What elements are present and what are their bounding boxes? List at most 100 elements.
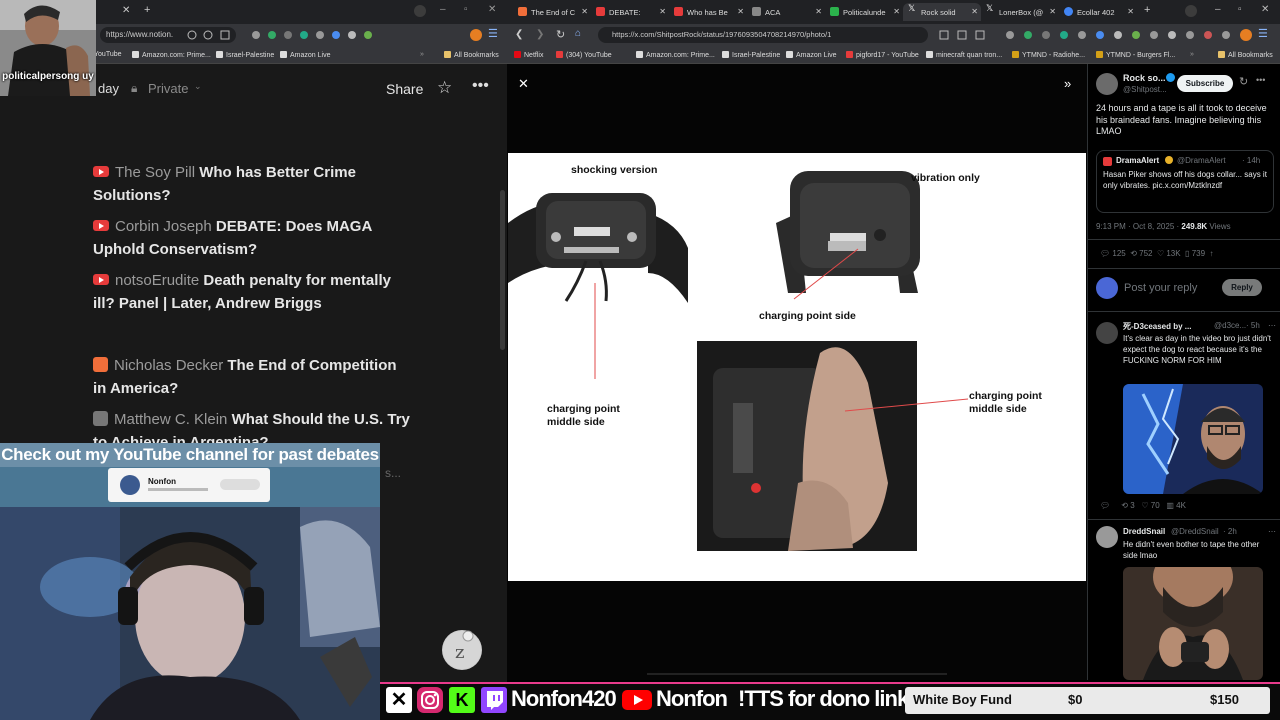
like-icon[interactable]: ♡ bbox=[1157, 249, 1164, 258]
donation-goal-label: White Boy Fund bbox=[913, 692, 1012, 707]
avatar[interactable] bbox=[1096, 73, 1118, 95]
bookmark-ytmnd-radiohead[interactable]: YTMND - Radiohe... bbox=[1012, 51, 1085, 59]
share-button[interactable]: Share bbox=[386, 81, 423, 97]
feed-item[interactable]: Nicholas Decker The End of Competition i… bbox=[93, 354, 413, 400]
bookmark-amazon-live[interactable]: Amazon Live bbox=[786, 51, 836, 59]
new-tab-icon[interactable]: + bbox=[1144, 4, 1150, 16]
close-tab-icon[interactable]: ✕ bbox=[815, 7, 822, 16]
close-tab-icon[interactable]: ✕ bbox=[1127, 7, 1134, 16]
profile-avatar-icon[interactable] bbox=[470, 29, 482, 41]
bookmark-ytmnd-burgers[interactable]: YTMND - Burgers Fl... bbox=[1096, 51, 1175, 59]
menu-icon[interactable]: ☰ bbox=[1258, 27, 1268, 40]
tab-politicalunderdog[interactable]: Politicalunde ✕ bbox=[825, 3, 903, 21]
bookmark-youtube[interactable]: YouTube bbox=[94, 51, 122, 58]
more-icon[interactable]: ••• bbox=[1256, 75, 1265, 85]
avatar[interactable] bbox=[1096, 526, 1118, 548]
tab-search-icon[interactable] bbox=[1185, 5, 1197, 17]
author-name[interactable]: Rock so... bbox=[1123, 73, 1166, 83]
bookmark-youtube[interactable]: (304) YouTube bbox=[556, 51, 612, 59]
more-icon[interactable]: ⋯ bbox=[1268, 321, 1276, 330]
close-tab-icon[interactable]: ✕ bbox=[1049, 7, 1056, 16]
all-bookmarks[interactable]: All Bookmarks bbox=[444, 51, 499, 59]
profile-avatar-icon[interactable] bbox=[1240, 29, 1252, 41]
bookmark-amazon[interactable]: Amazon.com: Prime... bbox=[132, 51, 211, 59]
feed-author: Matthew C. Klein bbox=[114, 411, 228, 428]
new-tab-icon[interactable]: + bbox=[144, 4, 150, 16]
reply-media-image[interactable] bbox=[1123, 384, 1263, 494]
close-icon[interactable]: ✕ bbox=[518, 76, 529, 92]
bookmarks-overflow-icon[interactable]: » bbox=[1190, 51, 1194, 58]
reply-button[interactable]: Reply bbox=[1222, 279, 1262, 296]
bookmark-amazon-live[interactable]: Amazon Live bbox=[280, 51, 330, 59]
reload-icon[interactable]: ↻ bbox=[556, 28, 565, 41]
bookmark-israel-palestine[interactable]: Israel-Palestine bbox=[216, 51, 274, 59]
like-icon[interactable]: ♡ bbox=[1141, 501, 1148, 510]
views-icon[interactable]: ▥ bbox=[1166, 501, 1174, 510]
grok-icon[interactable]: ↻ bbox=[1239, 75, 1248, 88]
close-window-icon[interactable]: ✕ bbox=[1261, 4, 1269, 15]
minimize-icon[interactable]: – bbox=[1215, 4, 1221, 15]
bookmark-icon[interactable]: ▯ bbox=[1185, 249, 1189, 258]
bookmark-minecraft[interactable]: minecraft quan tron... bbox=[926, 51, 1002, 59]
star-icon[interactable]: ☆ bbox=[437, 78, 452, 98]
bookmark-netflix[interactable]: Netflix bbox=[514, 51, 543, 59]
tab-lonerbox[interactable]: 𝕏 LonerBox (@ ✕ bbox=[981, 3, 1059, 21]
subscribe-button[interactable]: Subscribe bbox=[1177, 75, 1233, 92]
like-count: 13K bbox=[1166, 249, 1181, 258]
reply-author[interactable]: DreddSnail bbox=[1123, 527, 1165, 536]
close-tab-icon[interactable]: ✕ bbox=[122, 5, 130, 16]
bookmark-pigford[interactable]: pigford17 - YouTube bbox=[846, 51, 919, 59]
repost-icon[interactable]: ⟲ bbox=[1121, 501, 1128, 510]
feed-item[interactable]: Corbin Joseph DEBATE: Does MAGA Uphold C… bbox=[93, 215, 413, 261]
forward-icon[interactable]: ❯ bbox=[536, 29, 544, 40]
youtube-icon bbox=[596, 7, 605, 16]
tab-debate[interactable]: DEBATE: ✕ bbox=[591, 3, 669, 21]
tab-ecollar[interactable]: Ecollar 402 ✕ bbox=[1059, 3, 1137, 21]
more-icon[interactable]: ⋯ bbox=[1268, 527, 1276, 536]
like-count: 70 bbox=[1150, 501, 1160, 510]
expand-sidebar-icon[interactable]: » bbox=[1064, 76, 1071, 91]
tab-search-icon[interactable] bbox=[414, 5, 426, 17]
tab-label: Who has Be bbox=[687, 8, 728, 17]
close-tab-icon[interactable]: ✕ bbox=[893, 7, 900, 16]
maximize-icon[interactable]: ▫ bbox=[464, 4, 468, 15]
tab-aca[interactable]: ACA ✕ bbox=[747, 3, 825, 21]
reply-author[interactable]: 死-D3ceased by ... bbox=[1123, 321, 1191, 332]
avatar[interactable] bbox=[1096, 322, 1118, 344]
tab-label: DEBATE: bbox=[609, 8, 641, 17]
feed-item[interactable]: notsoErudite Death penalty for mentally … bbox=[93, 269, 413, 315]
reply-media-image[interactable] bbox=[1123, 567, 1263, 680]
bookmarks-overflow-icon[interactable]: » bbox=[420, 51, 424, 58]
more-options-icon[interactable]: ••• bbox=[472, 77, 489, 95]
tab-end-of-competition[interactable]: The End of C ✕ bbox=[513, 3, 591, 21]
right-url-field[interactable]: https://x.com/ShitpostRock/status/197609… bbox=[598, 27, 928, 43]
bookmark-israel-palestine[interactable]: Israel-Palestine bbox=[722, 51, 780, 59]
feed-item[interactable]: The Soy Pill Who has Better Crime Soluti… bbox=[93, 161, 413, 207]
close-window-icon[interactable]: ✕ bbox=[488, 4, 496, 15]
tab-rock-solid[interactable]: 𝕏 Rock solid ✕ bbox=[903, 3, 981, 21]
all-bookmarks[interactable]: All Bookmarks bbox=[1218, 51, 1273, 59]
repost-icon[interactable]: ⟲ bbox=[1130, 249, 1137, 258]
reply-icon[interactable]: 💬︎ bbox=[1100, 501, 1110, 510]
maximize-icon[interactable]: ▫ bbox=[1238, 4, 1242, 15]
back-icon[interactable]: ❮ bbox=[515, 29, 523, 40]
privacy-dropdown[interactable]: Private bbox=[148, 81, 188, 96]
left-scrollbar[interactable] bbox=[500, 190, 505, 350]
reply-icon[interactable]: 💬︎ bbox=[1100, 249, 1110, 258]
reply-input[interactable]: Post your reply bbox=[1124, 282, 1197, 294]
minimize-icon[interactable]: – bbox=[440, 4, 446, 15]
close-tab-icon[interactable]: ✕ bbox=[971, 7, 978, 16]
quote-author: DramaAlert bbox=[1116, 156, 1160, 165]
page-title-partial[interactable]: day bbox=[98, 81, 119, 96]
close-tab-icon[interactable]: ✕ bbox=[659, 7, 666, 16]
quote-tweet[interactable]: DramaAlert @DramaAlert · 14h Hasan Piker… bbox=[1096, 150, 1274, 213]
tab-crime-solutions[interactable]: Who has Be ✕ bbox=[669, 3, 747, 21]
home-icon[interactable]: ⌂ bbox=[575, 28, 581, 39]
close-tab-icon[interactable]: ✕ bbox=[581, 7, 588, 16]
divider bbox=[1088, 239, 1280, 240]
share-icon[interactable]: ↑ bbox=[1210, 249, 1214, 258]
bookmark-amazon[interactable]: Amazon.com: Prime... bbox=[636, 51, 715, 59]
menu-icon[interactable]: ☰ bbox=[488, 27, 498, 40]
close-tab-icon[interactable]: ✕ bbox=[737, 7, 744, 16]
reply-count: 125 bbox=[1112, 249, 1126, 258]
